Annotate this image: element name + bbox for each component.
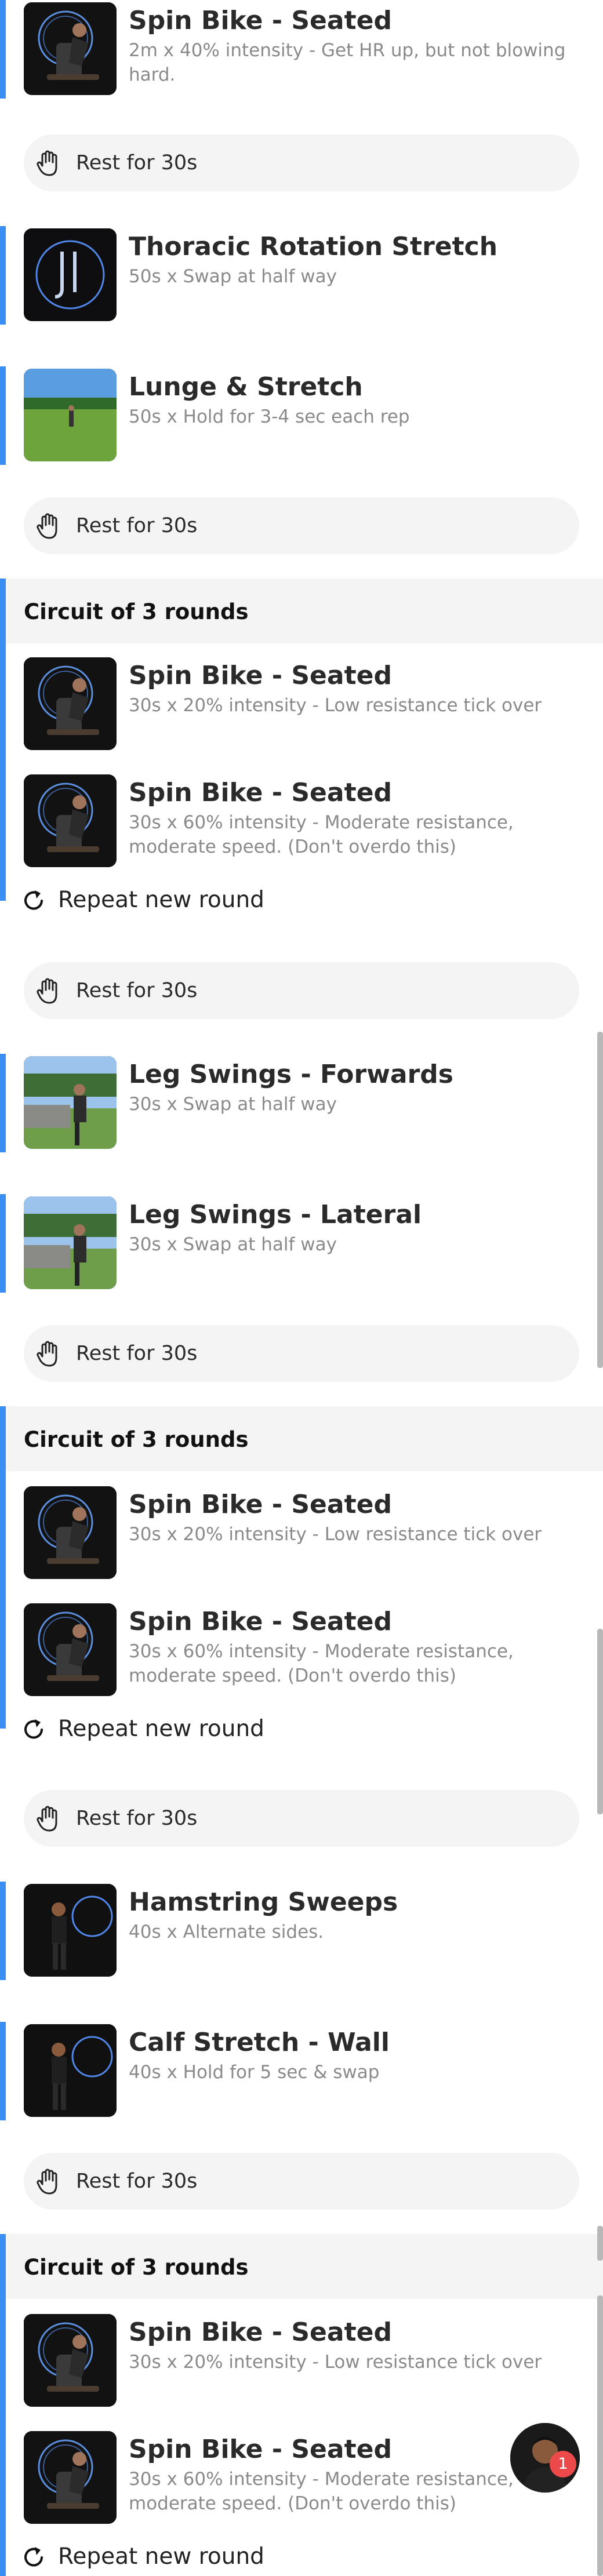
exercise-accent-bar: [0, 2022, 6, 2120]
exercise-accent-bar: [0, 226, 6, 325]
hand-icon: [34, 510, 66, 541]
repeat-icon: [21, 888, 46, 914]
rest-label: Rest for 30s: [76, 514, 198, 537]
exercise-description: 2m x 40% intensity - Get HR up, but not …: [129, 40, 566, 85]
exercise-thumbnail[interactable]: [24, 369, 117, 461]
circuit-title: Circuit of 3 rounds: [24, 599, 249, 624]
repeat-round-button[interactable]: Repeat new round: [21, 883, 369, 918]
exercise-name: Spin Bike - Seated: [129, 778, 392, 807]
repeat-round-button[interactable]: Repeat new round: [21, 1712, 369, 1747]
scrollbar-thumb[interactable]: [597, 1629, 603, 1814]
exercise-item[interactable]: Spin Bike - Seated 30s x 20% intensity - …: [0, 655, 603, 754]
exercise-item[interactable]: Spin Bike - Seated 30s x 60% intensity - …: [0, 772, 603, 871]
exercise-thumbnail[interactable]: [24, 2024, 117, 2117]
exercise-thumbnail[interactable]: [24, 2314, 117, 2407]
rest-item[interactable]: Rest for 30s: [24, 1325, 579, 1382]
exercise-name: Leg Swings - Forwards: [129, 1060, 453, 1089]
exercise-description: 50s x Swap at half way: [129, 266, 337, 287]
exercise-name: Spin Bike - Seated: [129, 2435, 392, 2464]
exercise-name: Lunge & Stretch: [129, 372, 363, 402]
exercise-thumbnail[interactable]: [24, 1056, 117, 1149]
circuit-header-bar: [0, 1406, 6, 1471]
exercise-thumbnail[interactable]: [24, 1603, 117, 1696]
exercise-item[interactable]: Leg Swings - Lateral 30s x Swap at half w…: [0, 1194, 603, 1293]
exercise-name: Leg Swings - Lateral: [129, 1200, 422, 1229]
hand-icon: [34, 1338, 66, 1369]
rest-item[interactable]: Rest for 30s: [24, 1790, 579, 1847]
rest-label: Rest for 30s: [76, 2170, 198, 2193]
exercise-thumbnail[interactable]: [24, 228, 117, 321]
exercise-thumbnail[interactable]: [24, 1196, 117, 1289]
exercise-description: 40s x Alternate sides.: [129, 1922, 324, 1942]
exercise-description: 30s x 60% intensity - Moderate resistanc…: [129, 1641, 514, 1686]
exercise-description: 30s x 20% intensity - Low resistance tic…: [129, 1524, 542, 1545]
circuit-header: Circuit of 3 rounds: [0, 1406, 603, 1471]
hand-icon: [34, 975, 66, 1006]
exercise-description: 40s x Hold for 5 sec & swap: [129, 2062, 380, 2083]
repeat-label: Repeat new round: [58, 887, 264, 913]
notification-badge: 1: [550, 2451, 576, 2477]
exercise-accent-bar: [0, 0, 6, 99]
workout-list: Spin Bike - Seated 2m x 40% intensity - G…: [0, 0, 603, 2576]
exercise-accent-bar: [0, 1054, 6, 1152]
rest-label: Rest for 30s: [76, 1342, 198, 1365]
exercise-item[interactable]: Spin Bike - Seated 30s x 20% intensity - …: [0, 2312, 603, 2410]
rest-item[interactable]: Rest for 30s: [24, 962, 579, 1019]
exercise-name: Spin Bike - Seated: [129, 661, 392, 690]
circuit-header-bar: [0, 2234, 6, 2299]
exercise-item[interactable]: Spin Bike - Seated 2m x 40% intensity - G…: [0, 0, 603, 99]
exercise-item[interactable]: Spin Bike - Seated 30s x 60% intensity - …: [0, 1601, 603, 1700]
scrollbar-thumb[interactable]: [597, 2226, 603, 2261]
repeat-round-button[interactable]: Repeat new round: [21, 2540, 369, 2575]
exercise-thumbnail[interactable]: [24, 1486, 117, 1579]
exercise-item[interactable]: Calf Stretch - Wall 40s x Hold for 5 sec …: [0, 2022, 603, 2120]
exercise-name: Hamstring Sweeps: [129, 1887, 398, 1917]
rest-label: Rest for 30s: [76, 151, 198, 174]
exercise-thumbnail[interactable]: [24, 1884, 117, 1977]
circuit-header: Circuit of 3 rounds: [0, 2234, 603, 2299]
exercise-name: Spin Bike - Seated: [129, 2317, 392, 2347]
rest-item[interactable]: Rest for 30s: [24, 497, 579, 554]
exercise-item[interactable]: Spin Bike - Seated 30s x 20% intensity - …: [0, 1484, 603, 1582]
exercise-item[interactable]: Leg Swings - Forwards 30s x Swap at half …: [0, 1054, 603, 1152]
exercise-accent-bar: [0, 1194, 6, 1293]
circuit-title: Circuit of 3 rounds: [24, 1427, 249, 1452]
exercise-thumbnail[interactable]: [24, 2431, 117, 2524]
hand-icon: [34, 2166, 66, 2197]
repeat-icon: [21, 2545, 46, 2570]
exercise-name: Thoracic Rotation Stretch: [129, 232, 498, 261]
exercise-description: 30s x 20% intensity - Low resistance tic…: [129, 695, 542, 716]
exercise-thumbnail[interactable]: [24, 774, 117, 867]
exercise-description: 30s x Swap at half way: [129, 1234, 337, 1255]
exercise-name: Spin Bike - Seated: [129, 1490, 392, 1519]
exercise-description: 30s x Swap at half way: [129, 1094, 337, 1115]
rest-item[interactable]: Rest for 30s: [24, 2153, 579, 2210]
exercise-description: 30s x 20% intensity - Low resistance tic…: [129, 2352, 542, 2373]
exercise-thumbnail[interactable]: [24, 657, 117, 750]
scrollbar-thumb[interactable]: [597, 1032, 603, 1368]
exercise-description: 50s x Hold for 3-4 sec each rep: [129, 406, 410, 427]
rest-label: Rest for 30s: [76, 979, 198, 1002]
exercise-thumbnail[interactable]: [24, 2, 117, 95]
repeat-label: Repeat new round: [58, 1716, 264, 1742]
exercise-name: Calf Stretch - Wall: [129, 2028, 390, 2057]
exercise-accent-bar: [0, 366, 6, 465]
exercise-item[interactable]: Hamstring Sweeps 40s x Alternate sides.: [0, 1882, 603, 1980]
scrollbar-thumb[interactable]: [597, 2295, 603, 2576]
exercise-item[interactable]: Lunge & Stretch 50s x Hold for 3-4 sec ea…: [0, 366, 603, 465]
rest-item[interactable]: Rest for 30s: [24, 134, 579, 191]
exercise-description: 30s x 60% intensity - Moderate resistanc…: [129, 812, 514, 857]
exercise-name: Spin Bike - Seated: [129, 6, 392, 35]
circuit-header: Circuit of 3 rounds: [0, 578, 603, 643]
repeat-icon: [21, 1717, 46, 1742]
exercise-name: Spin Bike - Seated: [129, 1607, 392, 1636]
repeat-label: Repeat new round: [58, 2544, 264, 2570]
rest-label: Rest for 30s: [76, 1807, 198, 1830]
exercise-item[interactable]: Thoracic Rotation Stretch 50s x Swap at h…: [0, 226, 603, 325]
circuit-title: Circuit of 3 rounds: [24, 2255, 249, 2280]
exercise-accent-bar: [0, 1882, 6, 1980]
hand-icon: [34, 1803, 66, 1834]
circuit-header-bar: [0, 578, 6, 643]
hand-icon: [34, 147, 66, 179]
